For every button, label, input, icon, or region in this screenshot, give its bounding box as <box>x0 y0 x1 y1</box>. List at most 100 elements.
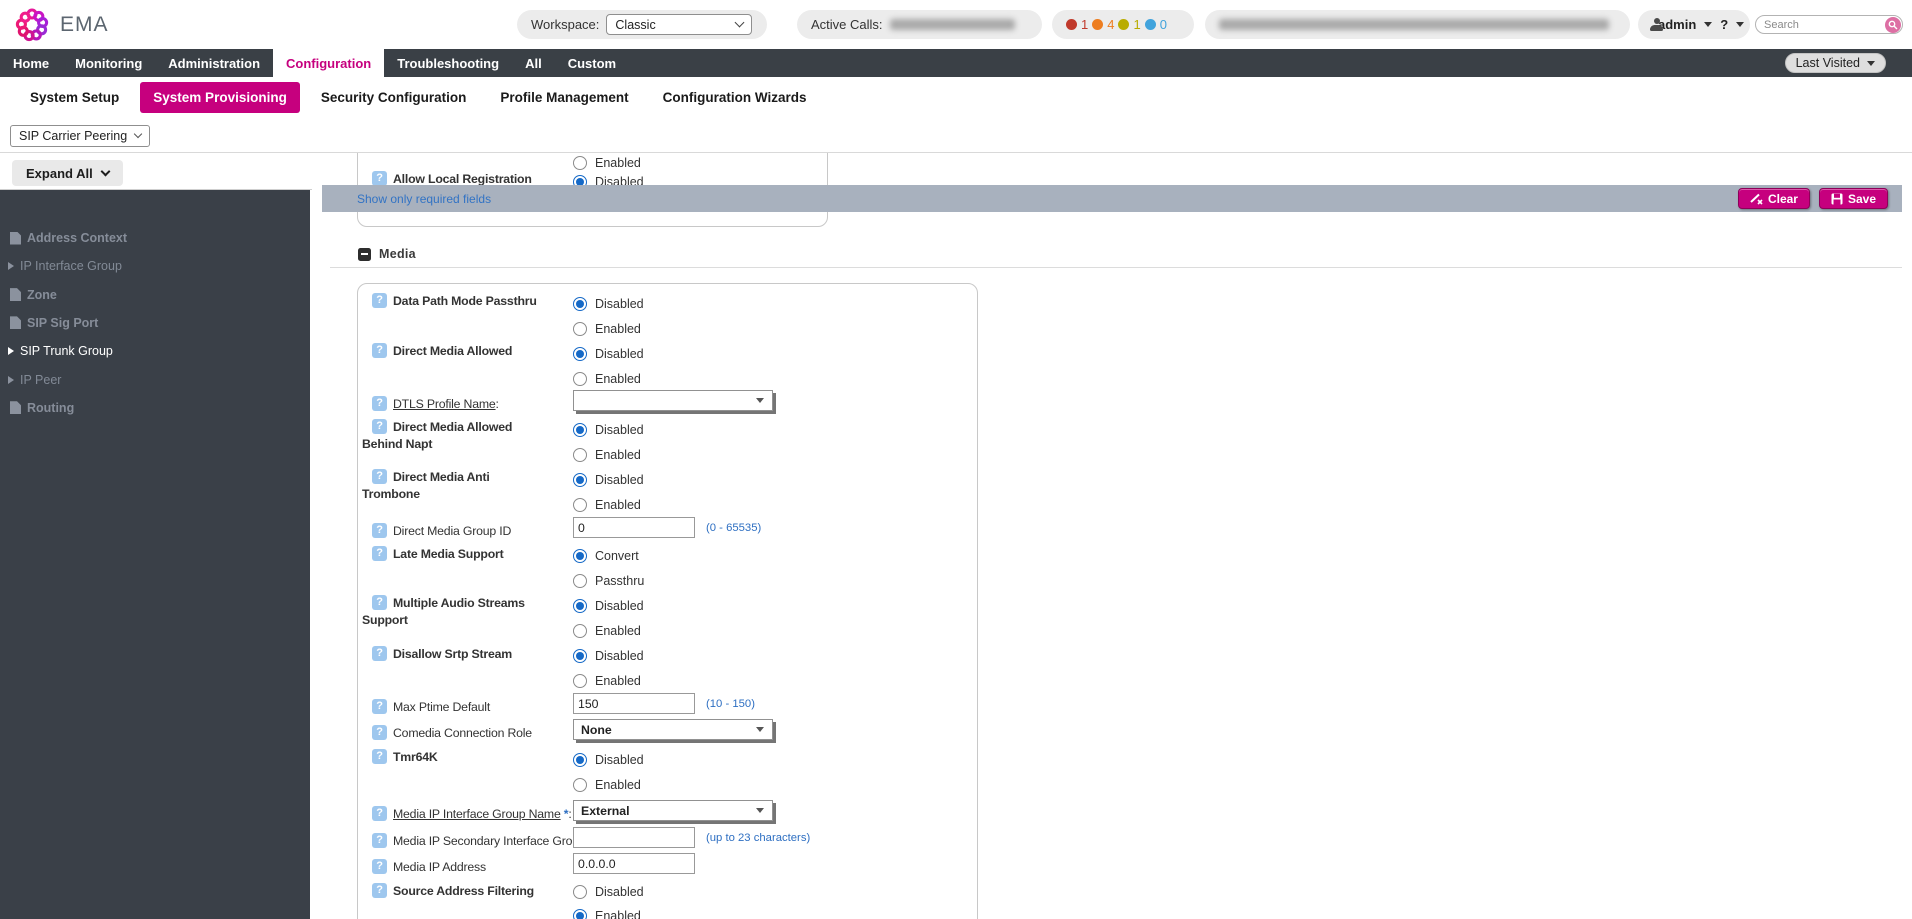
radio-option[interactable]: Enabled <box>573 156 641 170</box>
help-icon[interactable]: ? <box>372 883 387 898</box>
select-media-ip-interface-group-name[interactable]: External <box>573 800 773 821</box>
help-icon[interactable]: ? <box>372 343 387 358</box>
radio-option-convert[interactable]: Convert <box>573 549 639 563</box>
radio-option-enabled[interactable]: Enabled <box>573 909 641 919</box>
select-dtls-profile-name[interactable] <box>573 390 773 411</box>
sidebar-item-sip-trunk-group[interactable]: SIP Trunk Group <box>0 344 310 358</box>
subnav-item-security-configuration[interactable]: Security Configuration <box>308 82 480 113</box>
subnav-item-system-provisioning[interactable]: System Provisioning <box>140 82 300 113</box>
help-icon[interactable]: ? <box>372 171 387 186</box>
sidebar-item-ip-interface-group[interactable]: IP Interface Group <box>0 259 310 273</box>
radio-icon[interactable] <box>573 885 587 899</box>
radio-icon[interactable] <box>573 322 587 336</box>
radio-option-enabled[interactable]: Enabled <box>573 674 641 688</box>
subnav-item-configuration-wizards[interactable]: Configuration Wizards <box>650 82 820 113</box>
input-media-ip-secondary-interface-group-name[interactable] <box>573 827 695 848</box>
radio-selected-icon[interactable] <box>573 297 587 311</box>
radio-icon[interactable] <box>573 372 587 386</box>
workspace-select[interactable]: Classic <box>606 14 753 35</box>
radio-icon[interactable] <box>573 778 587 792</box>
sidebar-item-zone[interactable]: Zone <box>0 288 310 302</box>
radio-selected-icon[interactable] <box>573 649 587 663</box>
context-dropdown[interactable]: SIP Carrier Peering <box>10 125 151 147</box>
field-label-text[interactable]: DTLS Profile Name <box>393 397 496 411</box>
radio-icon[interactable] <box>573 574 587 588</box>
last-visited-dropdown[interactable]: Last Visited <box>1784 53 1886 73</box>
sidebar-item-sip-sig-port[interactable]: SIP Sig Port <box>0 316 310 330</box>
sidebar-item-address-context[interactable]: Address Context <box>0 231 310 245</box>
search-button[interactable] <box>1885 16 1901 33</box>
nav-item-custom[interactable]: Custom <box>555 49 629 77</box>
nav-item-configuration[interactable]: Configuration <box>273 49 385 77</box>
clear-button[interactable]: Clear <box>1737 188 1810 209</box>
nav-item-monitoring[interactable]: Monitoring <box>62 49 155 77</box>
radio-selected-icon[interactable] <box>573 909 587 919</box>
help-icon[interactable]: ? <box>372 396 387 411</box>
radio-selected-icon[interactable] <box>573 549 587 563</box>
radio-option-enabled[interactable]: Enabled <box>573 372 641 386</box>
radio-option-enabled[interactable]: Enabled <box>573 448 641 462</box>
user-menu-pill[interactable]: admin ? <box>1638 10 1750 39</box>
sidebar-item-routing[interactable]: Routing <box>0 401 310 415</box>
radio-option-enabled[interactable]: Enabled <box>573 778 641 792</box>
help-icon[interactable]: ? <box>372 806 387 821</box>
nav-item-all[interactable]: All <box>512 49 555 77</box>
radio-selected-icon[interactable] <box>573 423 587 437</box>
radio-option-passthru[interactable]: Passthru <box>573 574 644 588</box>
help-menu[interactable]: ? <box>1720 17 1728 32</box>
radio-icon[interactable] <box>573 624 587 638</box>
help-icon[interactable]: ? <box>372 699 387 714</box>
radio-option-enabled[interactable]: Enabled <box>573 322 641 336</box>
expand-all-button[interactable]: Expand All <box>12 160 123 186</box>
radio-option-disabled[interactable]: Disabled <box>573 649 644 663</box>
sidebar-item-ip-peer[interactable]: IP Peer <box>0 373 310 387</box>
radio-icon[interactable] <box>573 156 587 170</box>
expand-triangle-icon[interactable] <box>8 347 14 356</box>
radio-icon[interactable] <box>573 448 587 462</box>
help-icon[interactable]: ? <box>372 469 387 484</box>
subnav-item-system-setup[interactable]: System Setup <box>17 82 132 113</box>
help-icon[interactable]: ? <box>372 419 387 434</box>
radio-selected-icon[interactable] <box>573 599 587 613</box>
help-icon[interactable]: ? <box>372 749 387 764</box>
nav-item-troubleshooting[interactable]: Troubleshooting <box>384 49 512 77</box>
input-direct-media-group-id[interactable] <box>573 517 695 538</box>
nav-item-home[interactable]: Home <box>0 49 62 77</box>
radio-selected-icon[interactable] <box>573 347 587 361</box>
field-label-text[interactable]: Media IP Interface Group Name <box>393 807 561 821</box>
help-icon[interactable]: ? <box>372 293 387 308</box>
radio-option-disabled[interactable]: Disabled <box>573 297 644 311</box>
help-caret-icon[interactable] <box>1736 22 1745 27</box>
expand-triangle-icon[interactable] <box>8 375 14 384</box>
help-icon[interactable]: ? <box>372 859 387 874</box>
help-icon[interactable]: ? <box>372 595 387 610</box>
radio-selected-icon[interactable] <box>573 473 587 487</box>
radio-option-enabled[interactable]: Enabled <box>573 624 641 638</box>
user-caret-icon[interactable] <box>1704 22 1713 27</box>
help-icon[interactable]: ? <box>372 725 387 740</box>
search-input[interactable] <box>1764 17 1874 32</box>
radio-option-disabled[interactable]: Disabled <box>573 473 644 487</box>
help-icon[interactable]: ? <box>372 523 387 538</box>
radio-option-enabled[interactable]: Enabled <box>573 498 641 512</box>
save-button[interactable]: Save <box>1818 188 1888 209</box>
radio-option-disabled[interactable]: Disabled <box>573 423 644 437</box>
subnav-item-profile-management[interactable]: Profile Management <box>487 82 641 113</box>
nav-item-administration[interactable]: Administration <box>155 49 273 77</box>
radio-option-disabled[interactable]: Disabled <box>573 347 644 361</box>
radio-option-disabled[interactable]: Disabled <box>573 885 644 899</box>
help-icon[interactable]: ? <box>372 833 387 848</box>
help-icon[interactable]: ? <box>372 646 387 661</box>
collapse-section-icon[interactable] <box>358 247 371 261</box>
radio-icon[interactable] <box>573 674 587 688</box>
radio-icon[interactable] <box>573 498 587 512</box>
radio-option-disabled[interactable]: Disabled <box>573 599 644 613</box>
input-media-ip-address[interactable] <box>573 853 695 874</box>
radio-option-disabled[interactable]: Disabled <box>573 753 644 767</box>
select-comedia-connection-role[interactable]: None <box>573 719 773 740</box>
radio-selected-icon[interactable] <box>573 753 587 767</box>
input-max-ptime-default[interactable] <box>573 693 695 714</box>
expand-triangle-icon[interactable] <box>8 262 14 271</box>
show-required-fields-link[interactable]: Show only required fields <box>357 192 491 206</box>
help-icon[interactable]: ? <box>372 546 387 561</box>
